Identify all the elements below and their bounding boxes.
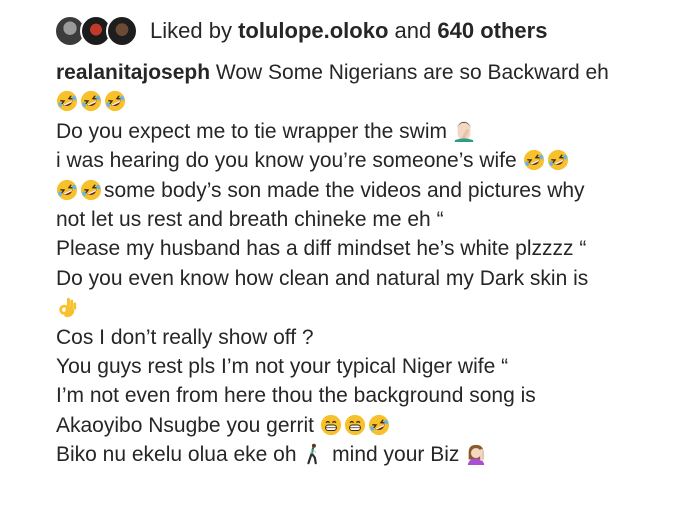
caption-text: Wow Some Nigerians are so Backward eh: [210, 61, 609, 84]
rolling-on-floor-laughing-emoji: [523, 149, 545, 171]
caption-username[interactable]: realanitajoseph: [56, 61, 210, 84]
rolling-on-floor-laughing-emoji: [56, 179, 78, 201]
caption-text: not let us rest and breath chineke me eh…: [56, 207, 444, 231]
caption-text: Cos I don’t really show off ?: [56, 325, 314, 349]
ok-hand-emoji: [56, 296, 78, 318]
caption-line: Akaoyibo Nsugbe you gerrit: [56, 411, 676, 440]
liker-avatars[interactable]: [54, 10, 140, 52]
rolling-on-floor-laughing-emoji: [80, 90, 102, 112]
caption-text: Do you expect me to tie wrapper the swim: [56, 119, 453, 143]
woman-raising-hand-emoji: [465, 443, 487, 465]
caption-text: Please my husband has a diff mindset he’…: [56, 237, 587, 261]
caption-text: Biko nu ekelu olua eke oh: [56, 443, 303, 467]
likes-row: Liked by tolulope.oloko and 640 others: [54, 10, 547, 52]
caption-line: I’m not even from here thou the backgrou…: [56, 381, 676, 410]
caption-line: Do you even know how clean and natural m…: [56, 264, 676, 293]
grinning-face-emoji: [320, 414, 342, 436]
man-facepalming-emoji: [453, 120, 475, 142]
rolling-on-floor-laughing-emoji: [56, 90, 78, 112]
caption-text: mind your Biz: [326, 443, 466, 467]
caption-line: realanitajoseph Wow Some Nigerians are s…: [56, 58, 676, 87]
likes-summary: Liked by tolulope.oloko and 640 others: [150, 18, 547, 44]
caption-line: Please my husband has a diff mindset he’…: [56, 234, 676, 263]
rolling-on-floor-laughing-emoji: [368, 414, 390, 436]
caption-text: i was hearing do you know you’re someone…: [56, 149, 523, 173]
liker-username[interactable]: tolulope.oloko: [238, 18, 388, 43]
caption-line: You guys rest pls I’m not your typical N…: [56, 352, 676, 381]
rolling-on-floor-laughing-emoji: [547, 149, 569, 171]
grinning-face-emoji: [344, 414, 366, 436]
caption-text: You guys rest pls I’m not your typical N…: [56, 354, 509, 378]
likes-conjunction: and: [394, 18, 432, 43]
avatar[interactable]: [106, 15, 138, 47]
rolling-on-floor-laughing-emoji: [104, 90, 126, 112]
caption-text: Do you even know how clean and natural m…: [56, 266, 589, 290]
caption-line: Do you expect me to tie wrapper the swim: [56, 117, 676, 146]
caption-line: not let us rest and breath chineke me eh…: [56, 205, 676, 234]
caption-line: i was hearing do you know you’re someone…: [56, 146, 676, 175]
likes-prefix: Liked by: [150, 18, 232, 43]
caption-line: Biko nu ekelu olua eke oh mind your Biz: [56, 440, 676, 469]
post-caption: realanitajoseph Wow Some Nigerians are s…: [56, 58, 676, 469]
caption-text: Akaoyibo Nsugbe you gerrit: [56, 413, 320, 437]
person-walking-emoji: [302, 443, 324, 465]
caption-text: I’m not even from here thou the backgrou…: [56, 384, 536, 408]
caption-line: Cos I don’t really show off ?: [56, 323, 676, 352]
caption-line: [56, 87, 676, 116]
rolling-on-floor-laughing-emoji: [80, 179, 102, 201]
caption-text: some body’s son made the videos and pict…: [104, 178, 585, 202]
caption-line: [56, 293, 676, 322]
likes-count[interactable]: 640 others: [437, 18, 547, 43]
caption-line: some body’s son made the videos and pict…: [56, 176, 676, 205]
